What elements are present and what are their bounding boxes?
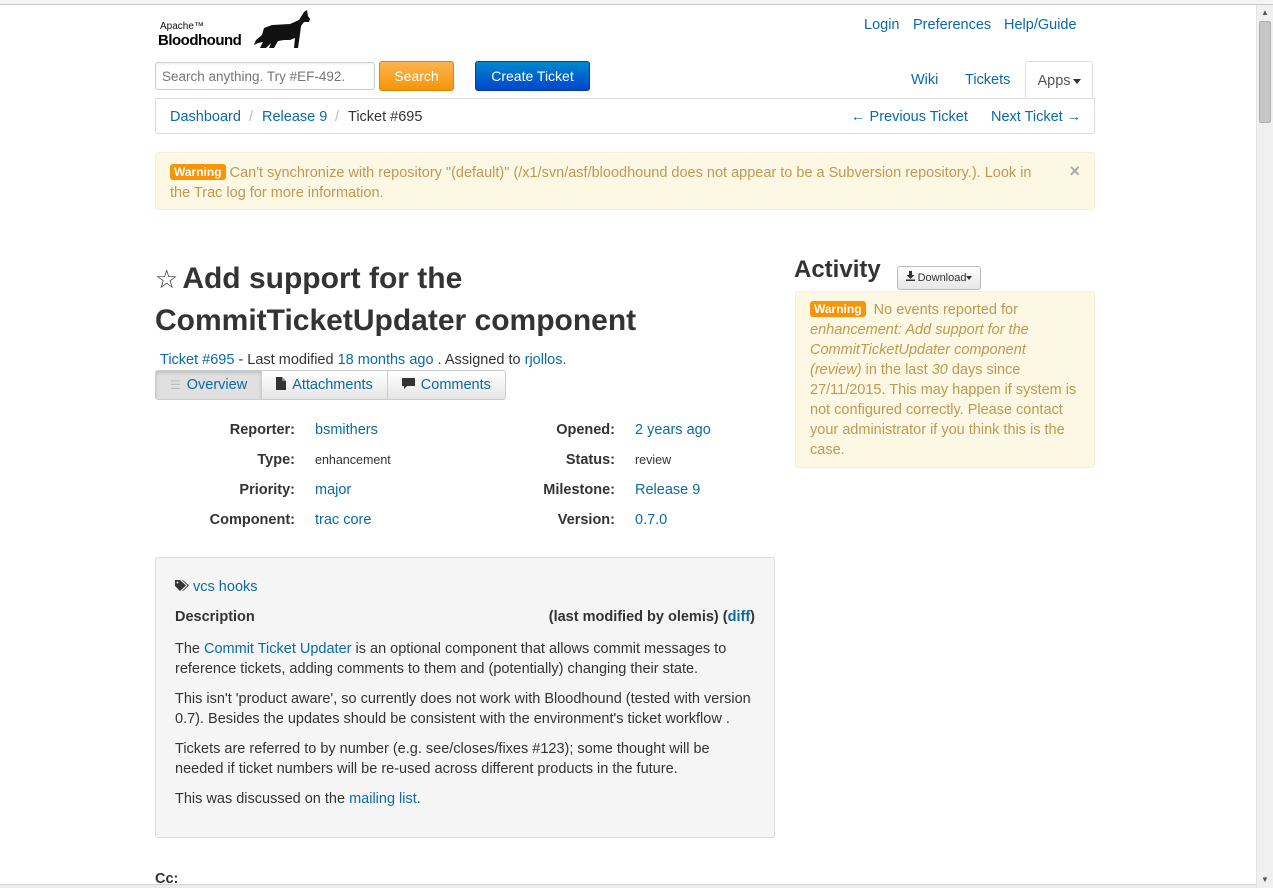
tab-apps[interactable]: Apps xyxy=(1025,61,1093,99)
modified-close: ) xyxy=(750,609,755,625)
diff-link[interactable]: diff xyxy=(728,609,751,625)
bottom-edge xyxy=(0,884,1256,888)
download-icon xyxy=(905,271,918,284)
description-paragraph: This was discussed on the mailing list. xyxy=(175,789,760,809)
logo-bloodhound-text: Bloodhound xyxy=(158,32,242,49)
scrollbar-thumb[interactable] xyxy=(1259,21,1271,123)
breadcrumb-dashboard[interactable]: Dashboard xyxy=(170,109,241,125)
type-label: Type: xyxy=(257,452,295,468)
type-value: enhancement xyxy=(315,453,391,467)
create-ticket-button[interactable]: Create Ticket xyxy=(475,61,590,91)
chevron-down-icon xyxy=(966,276,973,281)
bloodhound-logo[interactable]: Apache™ Bloodhound xyxy=(158,10,318,52)
ticket-id-link[interactable]: Ticket #695 xyxy=(160,352,234,368)
activity-days: 30 xyxy=(931,362,948,378)
last-modified-note: (last modified by olemis) (diff) xyxy=(549,609,755,625)
tab-attachments-label: Attachments xyxy=(292,377,373,393)
status-label: Status: xyxy=(565,452,615,468)
keyword-link[interactable]: vcs hooks xyxy=(193,579,257,595)
p1-pre: The xyxy=(175,641,205,657)
list-icon: ☰ xyxy=(170,378,181,392)
milestone-value[interactable]: Release 9 xyxy=(635,482,700,498)
version-label: Version: xyxy=(557,512,615,528)
apps-label: Apps xyxy=(1037,73,1071,89)
star-icon[interactable]: ☆ xyxy=(155,264,178,294)
search-input[interactable] xyxy=(155,62,375,90)
milestone-label: Milestone: xyxy=(543,482,615,498)
breadcrumb-current: Ticket #695 xyxy=(348,109,423,125)
activity-msg-2: in the last xyxy=(861,362,932,378)
description-paragraph: Tickets are referred to by number (e.g. … xyxy=(175,741,710,777)
warning-badge: Warning xyxy=(810,301,866,317)
close-icon[interactable]: × xyxy=(1069,161,1080,181)
opened-label: Opened: xyxy=(556,422,615,438)
reporter-label: Reporter: xyxy=(229,422,295,438)
priority-label: Priority: xyxy=(239,482,295,498)
activity-warning-alert: Warning No events reported for enhanceme… xyxy=(795,291,1095,468)
keywords: vcs hooks xyxy=(175,579,258,595)
assigned-prefix: . Assigned to xyxy=(433,352,525,368)
ticket-tabs: ☰ Overview Attachments Comments xyxy=(155,370,506,400)
previous-ticket-link[interactable]: ← Previous Ticket xyxy=(851,109,968,125)
description-box: vcs hooks Description (last modified by … xyxy=(155,557,775,838)
activity-heading: Activity xyxy=(794,256,881,283)
description-heading: Description xyxy=(175,609,255,625)
scroll-down-icon[interactable]: ▼ xyxy=(1257,872,1273,888)
ticket-title-text: Add support for the CommitTicketUpdater … xyxy=(155,262,637,337)
help-guide-link[interactable]: Help/Guide xyxy=(1004,17,1077,33)
next-ticket-link[interactable]: Next Ticket → xyxy=(991,109,1081,125)
preferences-link[interactable]: Preferences xyxy=(913,17,991,33)
file-icon xyxy=(276,377,287,393)
tab-attachments[interactable]: Attachments xyxy=(262,371,388,399)
breadcrumb: Dashboard / Release 9 / Ticket #695 ← Pr… xyxy=(155,98,1095,134)
modified-by-text: (last modified by olemis) ( xyxy=(548,609,728,625)
ticket-summary-line: Ticket #695 - Last modified 18 months ag… xyxy=(160,352,567,368)
modified-time-link[interactable]: 18 months ago xyxy=(338,352,434,368)
breadcrumb-separator: / xyxy=(335,109,340,125)
component-value[interactable]: trac core xyxy=(315,512,371,528)
chevron-down-icon xyxy=(1072,78,1081,84)
vertical-scrollbar[interactable]: ▲ ▼ xyxy=(1256,5,1273,888)
logo-apache-text: Apache™ xyxy=(160,21,204,32)
commit-ticket-updater-link[interactable]: Commit Ticket Updater xyxy=(204,641,351,657)
tab-overview-label: Overview xyxy=(186,377,248,393)
status-value: review xyxy=(635,453,672,467)
tab-tickets[interactable]: Tickets xyxy=(965,72,1010,88)
warning-badge: Warning xyxy=(170,164,226,180)
window-top-edge xyxy=(0,0,1273,5)
tab-overview[interactable]: ☰ Overview xyxy=(156,371,263,399)
login-link[interactable]: Login xyxy=(864,17,899,33)
tags-icon xyxy=(175,579,193,595)
warning-message: Can't synchronize with repository "(defa… xyxy=(170,165,1032,201)
assignee-link[interactable]: rjollos. xyxy=(525,352,567,368)
reporter-value[interactable]: bsmithers xyxy=(315,422,378,438)
breadcrumb-release[interactable]: Release 9 xyxy=(262,109,327,125)
opened-value[interactable]: 2 years ago xyxy=(635,422,711,438)
p4-post: . xyxy=(416,791,421,807)
tab-comments[interactable]: Comments xyxy=(388,371,505,399)
repository-warning-alert: Warning Can't synchronize with repositor… xyxy=(155,152,1095,210)
page-title: ☆ Add support for the CommitTicketUpdater… xyxy=(155,258,775,341)
search-button[interactable]: Search xyxy=(379,61,454,91)
breadcrumb-separator: / xyxy=(249,109,254,125)
comment-icon xyxy=(401,377,415,393)
component-label: Component: xyxy=(209,512,295,528)
modified-prefix: - Last modified xyxy=(234,352,338,368)
tab-comments-label: Comments xyxy=(420,377,491,393)
mailing-list-link[interactable]: mailing list xyxy=(349,791,417,807)
download-label: Download xyxy=(917,272,967,284)
p4-pre: This was discussed on the xyxy=(175,791,350,807)
version-value[interactable]: 0.7.0 xyxy=(635,512,667,528)
description-paragraph: The Commit Ticket Updater is an optional… xyxy=(175,639,760,679)
priority-value[interactable]: major xyxy=(315,482,351,498)
download-button[interactable]: Download xyxy=(897,266,981,290)
description-paragraph: This isn't 'product aware', so currently… xyxy=(175,691,751,727)
hound-icon xyxy=(254,10,310,48)
tab-wiki[interactable]: Wiki xyxy=(911,72,938,88)
scroll-up-icon[interactable]: ▲ xyxy=(1257,5,1273,21)
activity-msg-1: No events reported for xyxy=(873,302,1018,318)
